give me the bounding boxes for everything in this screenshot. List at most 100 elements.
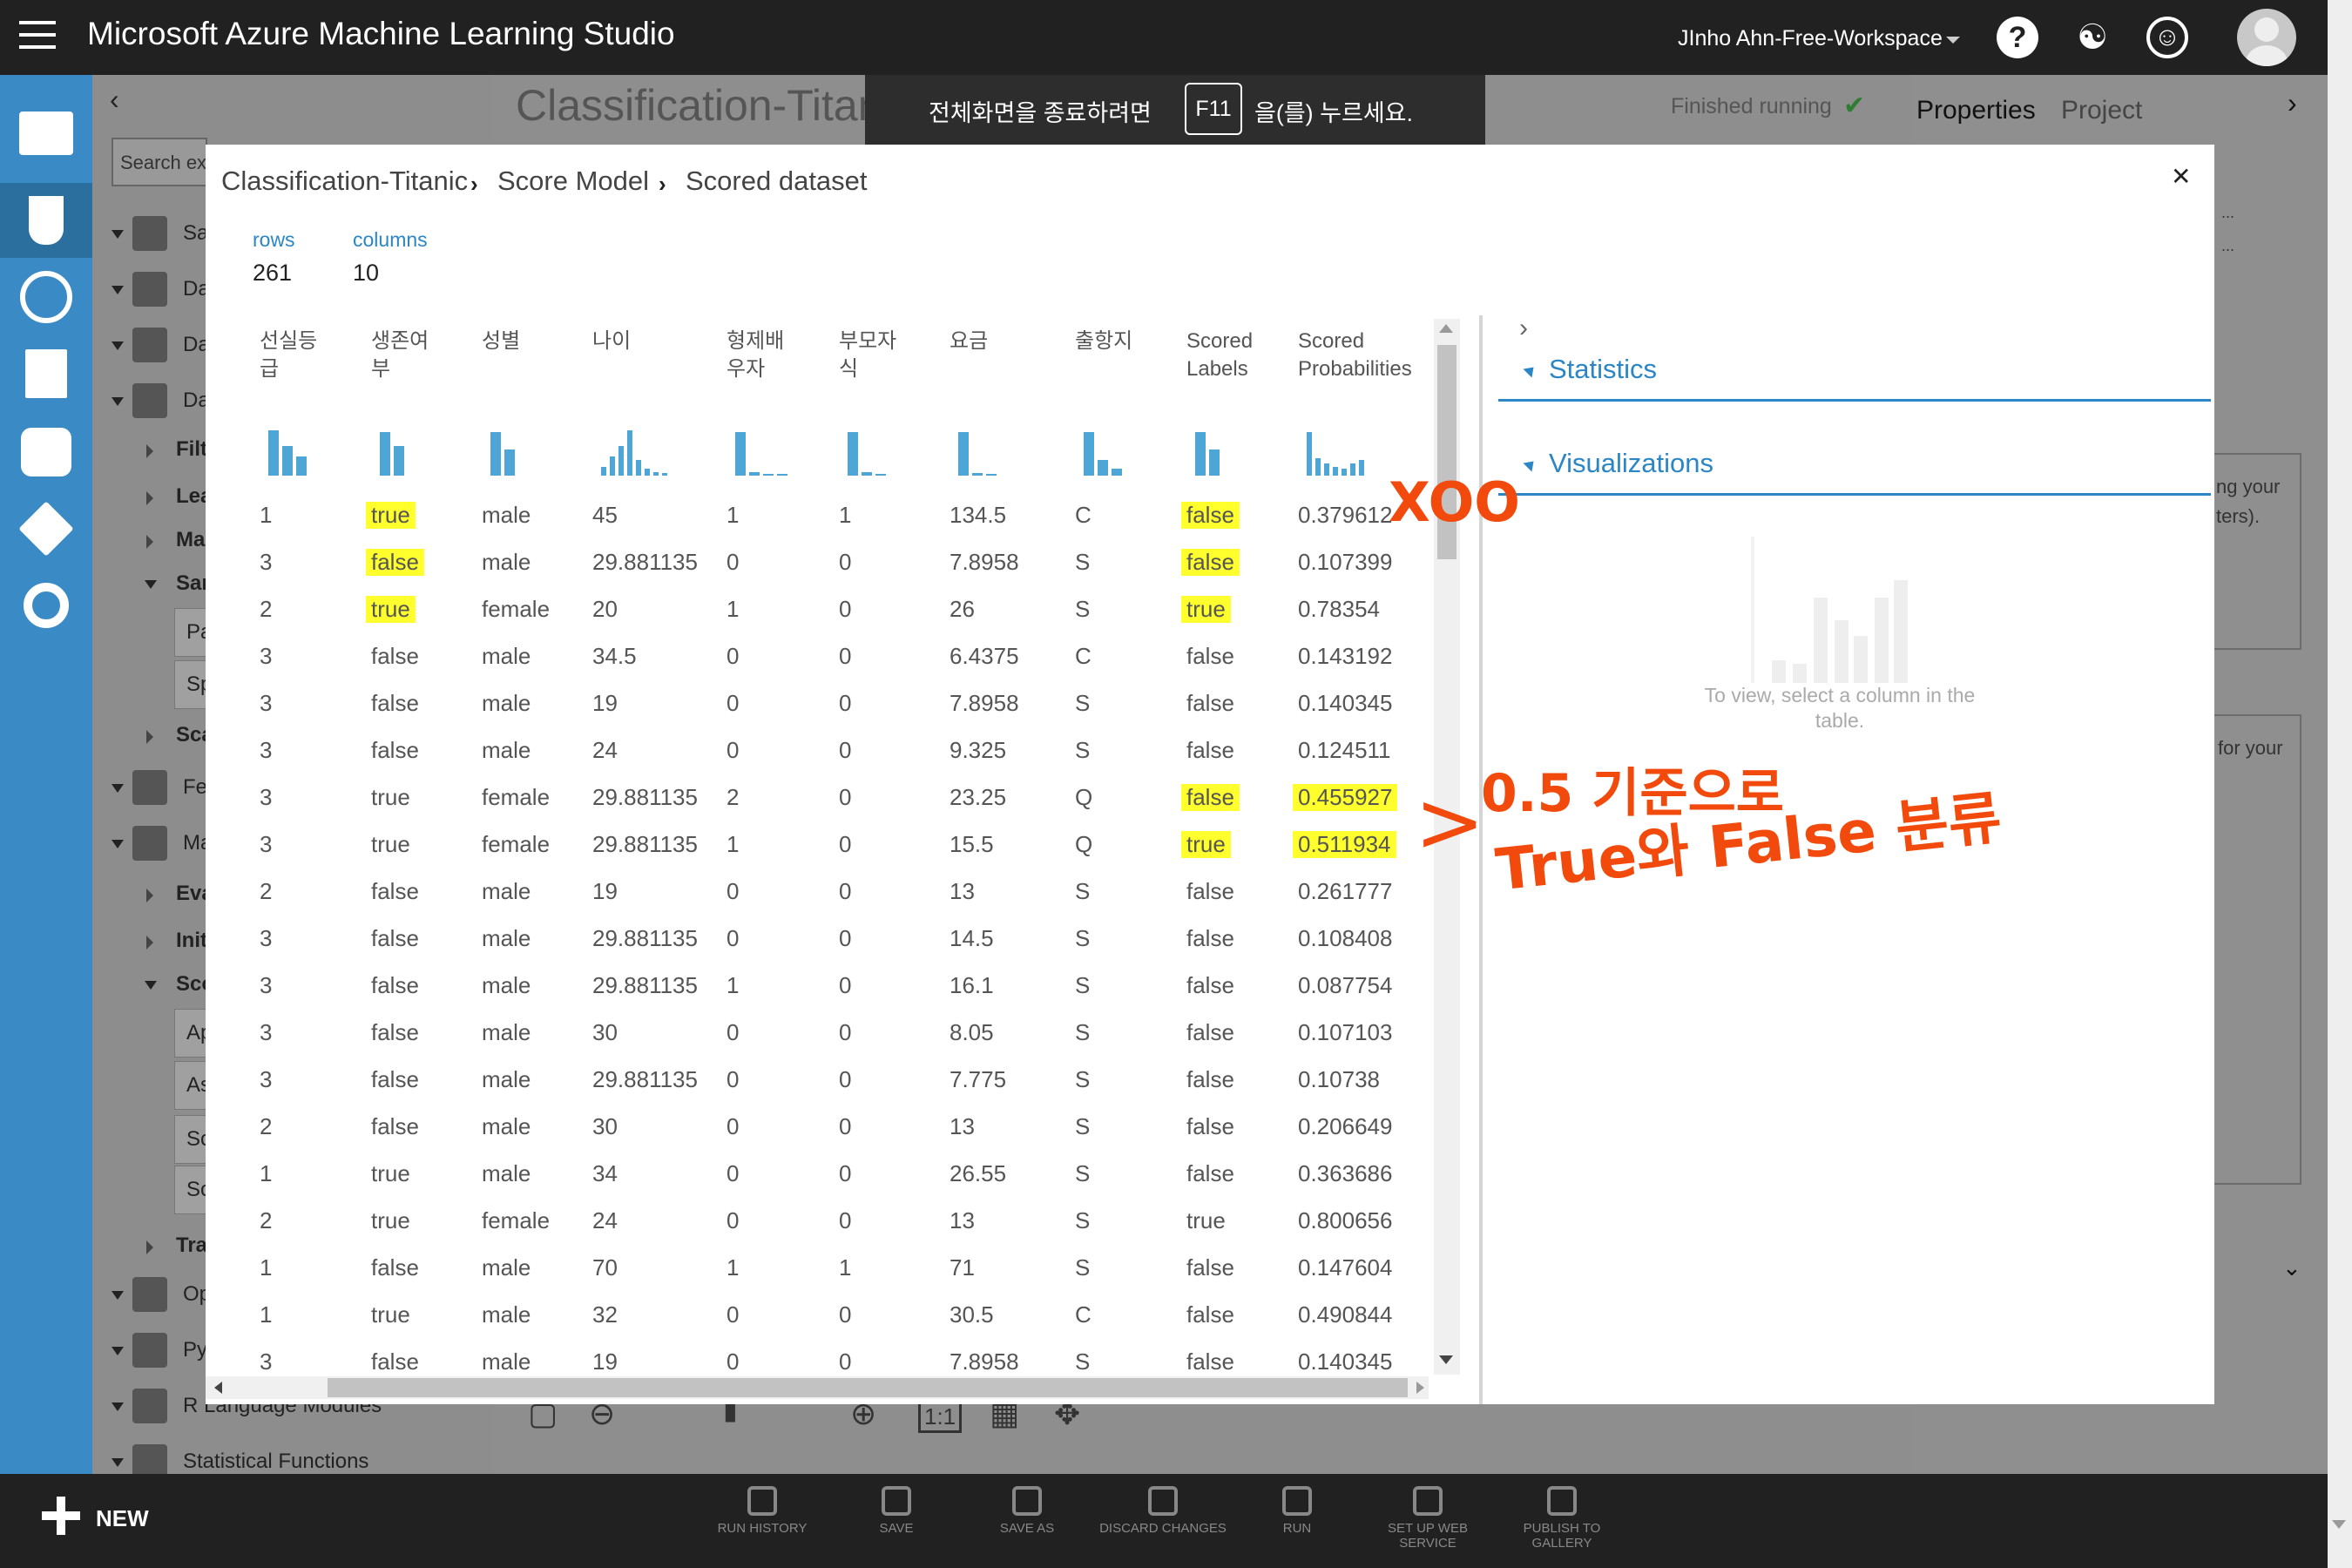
scroll-up-icon[interactable] [1439, 324, 1453, 333]
table-cell[interactable]: false [371, 643, 419, 670]
table-cell[interactable]: 20 [592, 596, 618, 623]
column-header[interactable]: 생존여 부 [371, 328, 429, 383]
table-cell[interactable]: 29.881135 [592, 972, 698, 999]
table-cell[interactable]: S [1075, 925, 1090, 952]
table-cell[interactable]: 8.05 [950, 1019, 994, 1046]
table-cell[interactable]: 2 [260, 878, 272, 905]
palette-item[interactable]: Filt [176, 437, 207, 462]
table-cell[interactable]: false [1186, 690, 1234, 717]
palette-item[interactable]: Fe [183, 775, 207, 800]
table-cell[interactable]: 29.881135 [592, 784, 698, 811]
table-cell[interactable]: false [1186, 878, 1234, 905]
column-header[interactable]: 형제배 우자 [727, 328, 784, 383]
table-cell[interactable]: true [366, 502, 416, 529]
table-cell[interactable]: 0 [839, 1348, 851, 1375]
table-cell[interactable]: 9.325 [950, 737, 1006, 764]
table-cell[interactable]: 0 [839, 878, 851, 905]
palette-item[interactable]: Sar [176, 571, 210, 596]
column-header[interactable]: 출항지 [1075, 328, 1132, 355]
table-cell[interactable]: 0.10738 [1298, 1066, 1380, 1093]
table-cell[interactable]: 0 [727, 1019, 739, 1046]
table-cell[interactable]: 3 [260, 737, 272, 764]
table-cell[interactable]: false [1186, 1019, 1234, 1046]
table-cell[interactable]: false [371, 1113, 419, 1140]
table-cell[interactable]: 24 [592, 737, 618, 764]
table-cell[interactable]: 0 [727, 925, 739, 952]
table-cell[interactable]: 30.5 [950, 1301, 994, 1328]
actual-size-icon[interactable]: 1:1 [918, 1401, 963, 1433]
table-cell[interactable]: 1 [260, 1254, 272, 1281]
table-cell[interactable]: false [1186, 1301, 1234, 1328]
table-cell[interactable]: 0.455927 [1293, 784, 1398, 811]
table-cell[interactable]: male [482, 1019, 531, 1046]
table-cell[interactable]: 3 [260, 549, 272, 576]
table-cell[interactable]: true [371, 831, 410, 858]
collapse-arrow-icon[interactable] [112, 1291, 124, 1300]
tab-project[interactable]: Project [2061, 96, 2142, 125]
table-cell[interactable]: false [371, 925, 419, 952]
settings-gear-icon[interactable] [0, 568, 92, 643]
table-cell[interactable]: 0.143192 [1298, 643, 1392, 670]
table-cell[interactable]: male [482, 1301, 531, 1328]
expand-arrow-icon[interactable] [146, 491, 153, 505]
table-cell[interactable]: 0.78354 [1298, 596, 1380, 623]
table-cell[interactable]: S [1075, 596, 1090, 623]
table-cell[interactable]: 2 [260, 596, 272, 623]
caret-down-icon[interactable] [1946, 37, 1960, 44]
table-cell[interactable]: 0 [727, 549, 739, 576]
table-cell[interactable]: 29.881135 [592, 1066, 698, 1093]
table-cell[interactable]: 0 [727, 690, 739, 717]
table-cell[interactable]: 0 [839, 972, 851, 999]
collapse-arrow-icon[interactable] [112, 1402, 124, 1411]
table-cell[interactable]: C [1075, 502, 1092, 529]
page-scrollbar[interactable] [2328, 0, 2352, 1568]
table-cell[interactable]: false [1186, 643, 1234, 670]
collapse-panel-icon[interactable]: › [2288, 87, 2297, 119]
palette-item[interactable]: Sa [183, 221, 208, 246]
table-cell[interactable]: 0 [839, 831, 851, 858]
table-cell[interactable]: false [366, 549, 424, 576]
web-services-icon[interactable] [0, 260, 92, 335]
table-cell[interactable]: 0.490844 [1298, 1301, 1392, 1328]
table-cell[interactable]: 26 [950, 596, 975, 623]
table-cell[interactable]: 0 [727, 1160, 739, 1187]
table-cell[interactable]: 0 [727, 1066, 739, 1093]
table-cell[interactable]: false [1181, 549, 1240, 576]
set-up-web-service-button[interactable]: SET UP WEB SERVICE [1362, 1486, 1493, 1551]
collapse-arrow-icon[interactable] [112, 397, 124, 406]
table-cell[interactable]: 1 [260, 1160, 272, 1187]
table-cell[interactable]: false [371, 878, 419, 905]
palette-item[interactable]: Ma [176, 528, 205, 552]
table-cell[interactable]: 26.55 [950, 1160, 1006, 1187]
community-icon[interactable]: ☯ [2072, 17, 2113, 58]
table-cell[interactable]: 29.881135 [592, 831, 698, 858]
table-cell[interactable]: 0.261777 [1298, 878, 1392, 905]
collapse-arrow-icon[interactable] [112, 286, 124, 294]
table-cell[interactable]: false [1186, 925, 1234, 952]
table-cell[interactable]: 1 [727, 596, 739, 623]
experiments-icon[interactable] [0, 183, 92, 258]
table-cell[interactable]: false [371, 1254, 419, 1281]
table-cell[interactable]: male [482, 878, 531, 905]
table-cell[interactable]: 24 [592, 1207, 618, 1234]
table-cell[interactable]: 1 [839, 1254, 851, 1281]
table-cell[interactable]: 29.881135 [592, 549, 698, 576]
table-cell[interactable]: 0.124511 [1298, 737, 1391, 764]
table-cell[interactable]: 19 [592, 878, 618, 905]
collapse-arrow-icon[interactable] [145, 580, 157, 589]
run-history-button[interactable]: RUN HISTORY [697, 1486, 828, 1536]
table-cell[interactable]: 23.25 [950, 784, 1006, 811]
table-cell[interactable]: false [371, 1019, 419, 1046]
table-cell[interactable]: false [371, 690, 419, 717]
scroll-left-icon[interactable] [214, 1382, 222, 1394]
workspace-selector[interactable]: JInho Ahn-Free-Workspace [1678, 26, 1943, 51]
save-as-button[interactable]: SAVE AS [962, 1486, 1092, 1536]
collapse-arrow-icon[interactable] [112, 784, 124, 793]
table-cell[interactable]: true [371, 1301, 410, 1328]
table-cell[interactable]: 1 [727, 1254, 739, 1281]
table-cell[interactable]: true [1181, 831, 1231, 858]
table-cell[interactable]: 0 [839, 1066, 851, 1093]
discard-changes-button[interactable]: DISCARD CHANGES [1098, 1486, 1228, 1536]
table-cell[interactable]: male [482, 925, 531, 952]
table-cell[interactable]: 19 [592, 690, 618, 717]
